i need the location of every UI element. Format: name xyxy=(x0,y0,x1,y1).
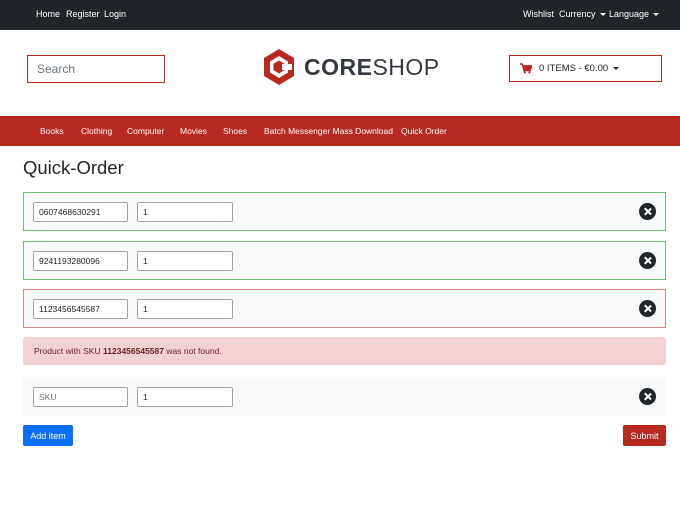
coreshop-logo-icon xyxy=(264,49,294,85)
quantity-input[interactable] xyxy=(137,299,233,319)
nav-item-computer[interactable]: Computer xyxy=(127,126,164,136)
error-sku: 1123456545587 xyxy=(103,346,164,356)
quantity-input[interactable] xyxy=(137,202,233,222)
order-row-new xyxy=(23,377,666,416)
remove-row-icon[interactable] xyxy=(639,300,656,317)
sku-input[interactable] xyxy=(33,387,128,407)
login-link[interactable]: Login xyxy=(104,9,126,19)
top-bar: Home Register Login Wishlist Currency La… xyxy=(0,0,680,30)
order-row xyxy=(23,192,666,231)
error-prefix: Product with SKU xyxy=(34,346,101,356)
order-row-invalid xyxy=(23,289,666,328)
remove-row-icon[interactable] xyxy=(639,388,656,405)
quantity-input[interactable] xyxy=(137,387,233,407)
home-link[interactable]: Home xyxy=(36,9,60,19)
logo[interactable]: CORESHOP xyxy=(262,48,440,86)
nav-item-batch-messenger[interactable]: Batch Messenger Mass Download xyxy=(264,126,393,136)
language-label: Language xyxy=(609,9,650,19)
chevron-down-icon xyxy=(613,67,620,70)
remove-row-icon[interactable] xyxy=(639,252,656,269)
nav-item-clothing[interactable]: Clothing xyxy=(81,126,112,136)
remove-row-icon[interactable] xyxy=(639,203,656,220)
error-alert: Product with SKU 1123456545587 was not f… xyxy=(23,337,666,365)
currency-label: Currency xyxy=(559,9,596,19)
chevron-down-icon xyxy=(599,13,606,17)
quantity-input[interactable] xyxy=(137,251,233,271)
logo-text-shop: SHOP xyxy=(372,53,440,80)
error-suffix: was not found. xyxy=(166,346,222,356)
nav-item-shoes[interactable]: Shoes xyxy=(223,126,247,136)
cart-summary: 0 ITEMS - €0.00 xyxy=(539,63,609,74)
logo-text: CORESHOP xyxy=(304,54,440,81)
category-nav: Books Clothing Computer Movies Shoes Bat… xyxy=(0,116,680,146)
shopping-cart-icon xyxy=(520,63,532,74)
wishlist-link[interactable]: Wishlist xyxy=(523,9,554,19)
nav-item-movies[interactable]: Movies xyxy=(180,126,207,136)
logo-text-core: CORE xyxy=(304,53,373,80)
register-link[interactable]: Register xyxy=(66,9,100,19)
nav-item-quick-order[interactable]: Quick Order xyxy=(401,126,447,136)
search-input[interactable] xyxy=(27,55,165,83)
currency-dropdown[interactable]: Currency xyxy=(559,9,606,19)
order-row xyxy=(23,241,666,280)
language-dropdown[interactable]: Language xyxy=(609,9,660,19)
sku-input[interactable] xyxy=(33,299,128,319)
submit-button[interactable]: Submit xyxy=(623,425,666,446)
nav-item-books[interactable]: Books xyxy=(40,126,64,136)
page-title: Quick-Order xyxy=(23,157,124,178)
add-item-button[interactable]: Add item xyxy=(23,425,73,446)
cart-dropdown[interactable]: 0 ITEMS - €0.00 xyxy=(509,55,662,82)
sku-input[interactable] xyxy=(33,202,128,222)
sku-input[interactable] xyxy=(33,251,128,271)
chevron-down-icon xyxy=(653,13,660,17)
